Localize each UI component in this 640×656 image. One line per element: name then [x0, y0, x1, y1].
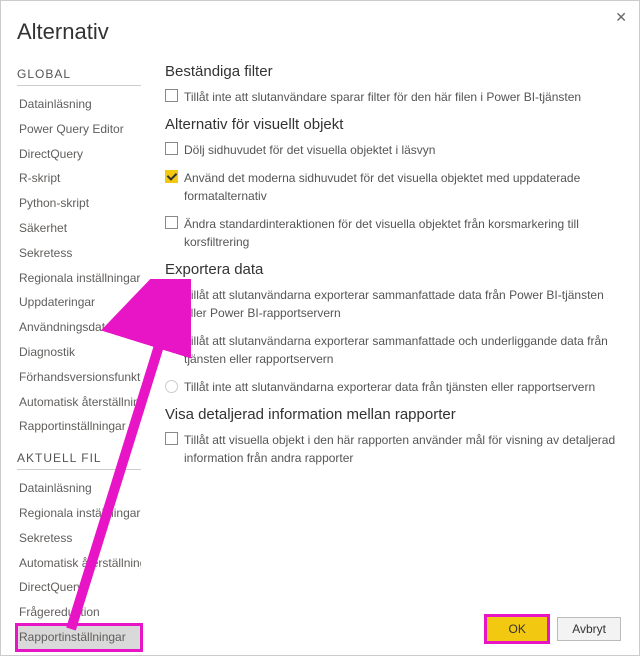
- sidebar-item-cf-regionala[interactable]: Regionala inställningar: [17, 501, 141, 526]
- checkbox-label: Tillåt att visuella objekt i den här rap…: [184, 431, 627, 467]
- close-icon[interactable]: ✕: [615, 9, 627, 26]
- radio-label: Tillåt att slutanvändarna exporterar sam…: [184, 286, 627, 322]
- sidebar-item-r-skript[interactable]: R-skript: [17, 166, 141, 191]
- sidebar-item-directquery[interactable]: DirectQuery: [17, 142, 141, 167]
- sidebar: GLOBAL Datainläsning Power Query Editor …: [17, 55, 147, 650]
- sidebar-item-anvandningsdata[interactable]: Användningsdata: [17, 315, 141, 340]
- radio-export-none[interactable]: Tillåt inte att slutanvändarna exportera…: [165, 378, 627, 396]
- checkbox-cross-report-drill[interactable]: Tillåt att visuella objekt i den här rap…: [165, 431, 627, 467]
- sidebar-item-cf-directquery[interactable]: DirectQuery: [17, 575, 141, 600]
- main-panel: Beständiga filter Tillåt inte att slutan…: [147, 55, 627, 650]
- radio-export-summarized[interactable]: Tillåt att slutanvändarna exporterar sam…: [165, 286, 627, 322]
- section-title-visual-options: Alternativ för visuellt objekt: [165, 116, 627, 133]
- sidebar-item-diagnostik[interactable]: Diagnostik: [17, 340, 141, 365]
- checkbox-label: Dölj sidhuvudet för det visuella objekte…: [184, 141, 627, 159]
- sidebar-item-power-query-editor[interactable]: Power Query Editor: [17, 117, 141, 142]
- checkbox-label: Tillåt inte att slutanvändare sparar fil…: [184, 88, 627, 106]
- sidebar-item-rapportinstallningar-global[interactable]: Rapportinställningar: [17, 414, 141, 439]
- radio-label: Tillåt att slutanvändarna exporterar sam…: [184, 332, 627, 368]
- checkbox-persistent-filters[interactable]: Tillåt inte att slutanvändare sparar fil…: [165, 88, 627, 106]
- checkbox-hide-visual-header[interactable]: Dölj sidhuvudet för det visuella objekte…: [165, 141, 627, 159]
- sidebar-heading-global: GLOBAL: [17, 61, 141, 86]
- checkbox-icon: [165, 216, 178, 229]
- sidebar-item-forhandsversion[interactable]: Förhandsversionsfunktioner: [17, 365, 141, 390]
- sidebar-item-cf-sekretess[interactable]: Sekretess: [17, 526, 141, 551]
- section-title-cross-report: Visa detaljerad information mellan rappo…: [165, 406, 627, 423]
- checkbox-label: Ändra standardinteraktionen för det visu…: [184, 215, 627, 251]
- sidebar-item-regionala[interactable]: Regionala inställningar: [17, 266, 141, 291]
- sidebar-heading-current-file: AKTUELL FIL: [17, 445, 141, 470]
- dialog-title: Alternativ: [1, 1, 639, 55]
- sidebar-item-sekretess[interactable]: Sekretess: [17, 241, 141, 266]
- sidebar-item-auto-aterstallning[interactable]: Automatisk återställning: [17, 390, 141, 415]
- radio-icon: [165, 380, 178, 393]
- sidebar-item-uppdateringar[interactable]: Uppdateringar: [17, 290, 141, 315]
- checkbox-modern-visual-header[interactable]: Använd det moderna sidhuvudet för det vi…: [165, 169, 627, 205]
- checkbox-icon-checked: [165, 170, 178, 183]
- sidebar-item-cf-fragereduktion[interactable]: Frågereduktion: [17, 600, 141, 625]
- section-title-export-data: Exportera data: [165, 261, 627, 278]
- sidebar-item-datainlasning[interactable]: Datainläsning: [17, 92, 141, 117]
- sidebar-item-cf-datainlasning[interactable]: Datainläsning: [17, 476, 141, 501]
- sidebar-item-sakerhet[interactable]: Säkerhet: [17, 216, 141, 241]
- dialog-footer: OK Avbryt: [487, 617, 621, 641]
- section-title-persistent-filters: Beständiga filter: [165, 63, 627, 80]
- checkbox-icon: [165, 142, 178, 155]
- ok-button[interactable]: OK: [487, 617, 547, 641]
- radio-icon: [165, 334, 178, 347]
- cancel-button[interactable]: Avbryt: [557, 617, 621, 641]
- radio-icon-selected: [165, 288, 178, 301]
- radio-export-summarized-underlying[interactable]: Tillåt att slutanvändarna exporterar sam…: [165, 332, 627, 368]
- checkbox-default-interaction[interactable]: Ändra standardinteraktionen för det visu…: [165, 215, 627, 251]
- checkbox-icon: [165, 432, 178, 445]
- checkbox-icon: [165, 89, 178, 102]
- sidebar-item-python-skript[interactable]: Python-skript: [17, 191, 141, 216]
- checkbox-label: Använd det moderna sidhuvudet för det vi…: [184, 169, 627, 205]
- sidebar-item-cf-rapportinstallningar[interactable]: Rapportinställningar: [17, 625, 141, 650]
- radio-label: Tillåt inte att slutanvändarna exportera…: [184, 378, 627, 396]
- sidebar-item-cf-auto-aterstallning[interactable]: Automatisk återställning: [17, 551, 141, 576]
